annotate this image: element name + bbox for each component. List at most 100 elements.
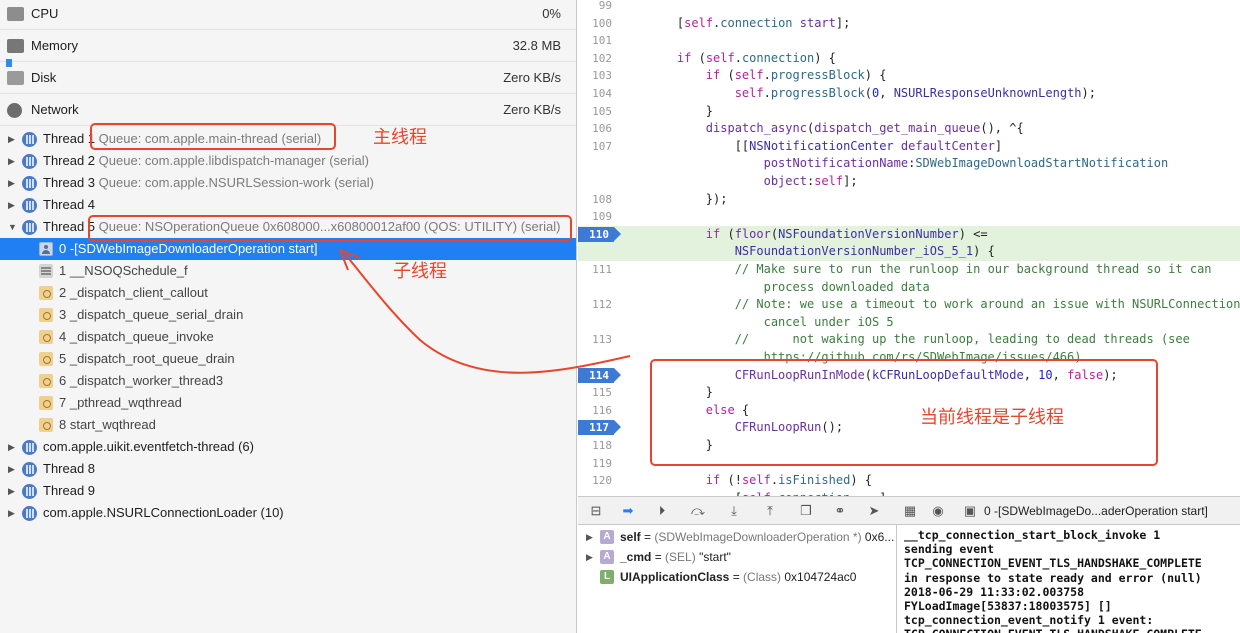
sub-thread-annotation: 子线程 xyxy=(393,261,447,281)
stack-frame-row[interactable]: 1 __NSOQSchedule_f xyxy=(0,260,576,282)
code-line[interactable]: 102 if (self.connection) { xyxy=(578,50,1240,68)
code-line[interactable]: 103 if (self.progressBlock) { xyxy=(578,67,1240,85)
thread-icon[interactable]: ◉ xyxy=(930,503,946,519)
stack-frame-row[interactable]: 2 _dispatch_client_callout xyxy=(0,282,576,304)
code-line[interactable]: process downloaded data xyxy=(578,279,1240,297)
thread-row[interactable]: ▶ Thread 4 xyxy=(0,194,576,216)
thread-label: Thread 8 xyxy=(43,461,96,476)
step-over-icon[interactable]: ⤼ xyxy=(690,503,706,519)
thread-label: Thread 2 Queue: com.apple.libdispatch-ma… xyxy=(43,150,369,172)
thread-icon xyxy=(22,132,37,147)
line-number: 120 xyxy=(592,474,612,488)
code-line[interactable]: 105 } xyxy=(578,103,1240,121)
thread-row[interactable]: ▶ com.apple.NSURLConnectionLoader (10) xyxy=(0,502,576,524)
code-line[interactable]: 100 [self.connection start]; xyxy=(578,15,1240,33)
thread-icon xyxy=(22,462,37,477)
disclosure-collapsed-icon[interactable]: ▶ xyxy=(8,128,18,150)
frame-label: 1 __NSOQSchedule_f xyxy=(59,263,188,278)
breakpoint-marker[interactable]: 114 xyxy=(578,367,621,383)
debug-navigator: CPU 0% Memory 32.8 MB Disk Zero KB/s Network Ze… xyxy=(0,0,577,633)
thread-row[interactable]: ▶ Thread 9 xyxy=(0,480,576,502)
thread-row[interactable]: ▶ Thread 3 Queue: com.apple.NSURLSession-… xyxy=(0,172,576,194)
thread-icon xyxy=(22,176,37,191)
variable-row[interactable]: ▶ A _cmd = (SEL) "start" xyxy=(578,547,896,567)
stack-frame-row[interactable]: 7 _pthread_wqthread xyxy=(0,392,576,414)
stack-frame-row[interactable]: 5 _dispatch_root_queue_drain xyxy=(0,348,576,370)
console-output[interactable]: __tcp_connection_start_block_invoke 1 sen… xyxy=(898,525,1240,633)
sub-thread-highlight xyxy=(88,215,572,242)
continue-icon[interactable]: ⏵ xyxy=(654,503,670,519)
disclosure-collapsed-icon[interactable]: ▶ xyxy=(8,436,18,458)
step-into-icon[interactable]: ⤓ xyxy=(726,503,742,519)
gauge-network[interactable]: Network Zero KB/s xyxy=(0,96,576,126)
code-line[interactable]: 101 xyxy=(578,32,1240,50)
thread-row[interactable]: ▶ Thread 8 xyxy=(0,458,576,480)
disclosure-collapsed-icon[interactable]: ▶ xyxy=(8,150,18,172)
user-code-icon xyxy=(39,242,53,256)
variable-kind-icon: L xyxy=(600,570,614,584)
disclosure-collapsed-icon[interactable]: ▶ xyxy=(586,527,593,547)
disclosure-collapsed-icon[interactable]: ▶ xyxy=(8,502,18,524)
code-line[interactable]: 110 if (floor(NSFoundationVersionNumber)… xyxy=(578,225,1240,244)
location-icon[interactable]: ➤ xyxy=(866,503,882,519)
disclosure-collapsed-icon[interactable]: ▶ xyxy=(8,194,18,216)
code-line[interactable]: 108 }); xyxy=(578,191,1240,209)
code-line[interactable]: 112 // Note: we use a timeout to work ar… xyxy=(578,296,1240,314)
thread-row[interactable]: ▶ Thread 2 Queue: com.apple.libdispatch-m… xyxy=(0,150,576,172)
thread-row[interactable]: ▶ com.apple.uikit.eventfetch-thread (6) xyxy=(0,436,576,458)
console-line: sending event xyxy=(904,542,995,557)
gauge-label: CPU xyxy=(31,6,59,21)
code-line[interactable]: 104 self.progressBlock(0, NSURLResponseU… xyxy=(578,85,1240,103)
stack-frame-breadcrumb[interactable]: 0 -[SDWebImageDo...aderOperation start] xyxy=(984,504,1208,518)
code-line[interactable]: postNotificationName:SDWebImageDownloadS… xyxy=(578,155,1240,173)
code-text: dispatch_async(dispatch_get_main_queue()… xyxy=(705,121,1024,136)
code-text: // not waking up the runloop, leading to… xyxy=(734,332,1190,347)
code-line[interactable]: NSFoundationVersionNumber_iOS_5_1) { xyxy=(578,243,1240,261)
code-line[interactable]: 109 xyxy=(578,208,1240,226)
line-number: 105 xyxy=(592,104,612,118)
code-highlight-box xyxy=(650,359,1158,466)
gauge-cpu[interactable]: CPU 0% xyxy=(0,0,576,30)
code-line[interactable]: 113 // not waking up the runloop, leadin… xyxy=(578,331,1240,349)
thread-icon xyxy=(22,154,37,169)
disclosure-collapsed-icon[interactable]: ▶ xyxy=(586,547,593,567)
variable-row[interactable]: L UIApplicationClass = (Class) 0x104724ac… xyxy=(578,567,896,587)
variable-row[interactable]: ▶ Aself = (SDWebImageDownloaderOperation … xyxy=(578,527,896,547)
stack-frame-row[interactable]: 6 _dispatch_worker_thread3 xyxy=(0,370,576,392)
hide-debug-area-icon[interactable]: ⊟ xyxy=(588,503,604,519)
stack-frame-row[interactable]: 4 _dispatch_queue_invoke xyxy=(0,326,576,348)
line-number: 106 xyxy=(592,122,612,136)
line-number: 111 xyxy=(592,263,612,276)
cpu-gauge-icon xyxy=(7,7,24,21)
disclosure-collapsed-icon[interactable]: ▶ xyxy=(8,458,18,480)
code-line[interactable]: 107 [[NSNotificationCenter defaultCenter… xyxy=(578,138,1240,156)
variables-view[interactable]: ▶ Aself = (SDWebImageDownloaderOperation … xyxy=(578,525,897,633)
gauge-disk[interactable]: Disk Zero KB/s xyxy=(0,64,576,94)
code-line[interactable]: 99 xyxy=(578,0,1240,15)
app-icon[interactable]: ▦ xyxy=(902,503,918,519)
code-text: if (!self.isFinished) { xyxy=(705,473,873,488)
disclosure-collapsed-icon[interactable]: ▶ xyxy=(8,480,18,502)
step-out-icon[interactable]: ⤒ xyxy=(762,503,778,519)
code-line[interactable]: 120 if (!self.isFinished) { xyxy=(578,472,1240,490)
code-line[interactable]: 111 // Make sure to run the runloop in o… xyxy=(578,261,1240,279)
view-hierarchy-icon[interactable]: ❒ xyxy=(798,503,814,519)
code-line[interactable]: object:self]; xyxy=(578,173,1240,191)
disclosure-expanded-icon[interactable]: ▼ xyxy=(8,216,18,238)
breakpoint-marker[interactable]: 110 xyxy=(578,226,621,242)
line-number: 119 xyxy=(592,456,612,470)
gauge-memory[interactable]: Memory 32.8 MB xyxy=(0,32,576,67)
disclosure-collapsed-icon[interactable]: ▶ xyxy=(8,172,18,194)
breakpoints-toggle-icon[interactable]: ➡ xyxy=(620,503,636,519)
code-line[interactable]: 106 dispatch_async(dispatch_get_main_que… xyxy=(578,120,1240,138)
code-line[interactable]: cancel under iOS 5 xyxy=(578,314,1240,332)
frame-label: 6 _dispatch_worker_thread3 xyxy=(59,373,224,388)
gauge-label: Memory xyxy=(31,38,78,53)
stack-frame-row[interactable]: 8 start_wqthread xyxy=(0,414,576,436)
frame-label: 2 _dispatch_client_callout xyxy=(59,285,208,300)
thread-name: Thread 1 xyxy=(43,131,96,146)
frame-icon[interactable]: ▣ xyxy=(962,503,978,519)
memory-graph-icon[interactable]: ⚭ xyxy=(832,503,848,519)
stack-frame-row[interactable]: 3 _dispatch_queue_serial_drain xyxy=(0,304,576,326)
breakpoint-marker[interactable]: 117 xyxy=(578,420,621,436)
